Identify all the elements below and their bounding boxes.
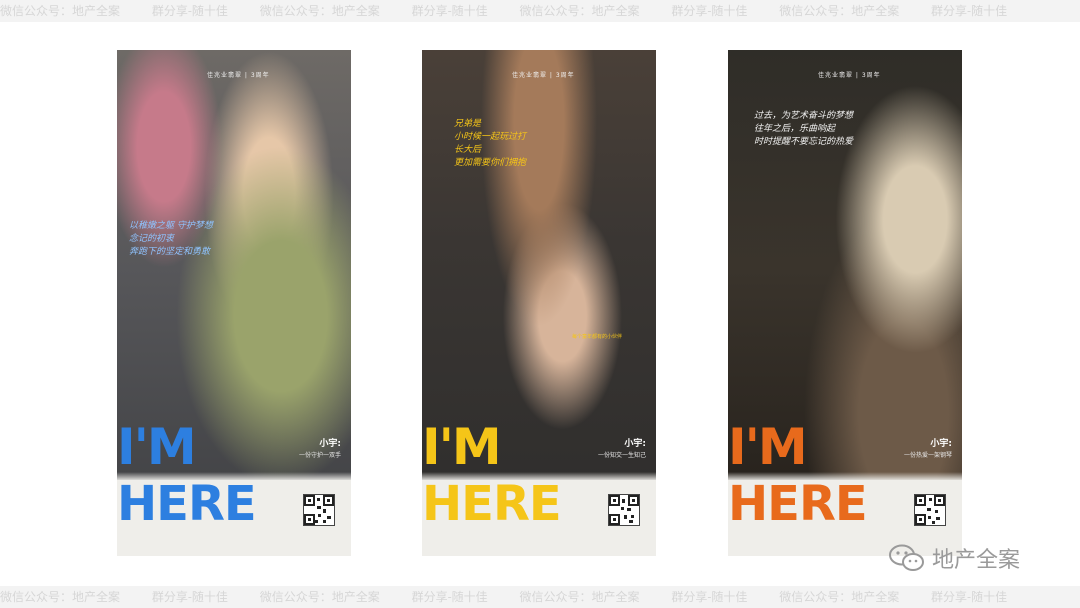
watermark-text: 微信公众号：地产全案 (779, 4, 900, 18)
poster-toys: 佳兆业翡翠 | 3周年 兄弟是 小时候一起玩过打 长大后 更加需要你们拥抱 每个… (422, 50, 656, 556)
qr-code-icon (608, 494, 640, 526)
watermark-text: 群分享-随十佳 (411, 590, 488, 604)
poster-piano: 佳兆业翡翠 | 3周年 过去，为艺术奋斗的梦想 往年之后，乐曲响起 时时提醒不要… (728, 50, 962, 556)
poster-caption: 过去，为艺术奋斗的梦想 往年之后，乐曲响起 时时提醒不要忘记的热爱 (754, 111, 854, 147)
watermark-text: 微信公众号：地产全案 (259, 4, 380, 18)
poster-logo: 佳兆业翡翠 | 3周年 (512, 72, 575, 79)
poster-logo: 佳兆业翡翠 | 3周年 (207, 72, 270, 79)
poster-note: 每个童年都有的小伙伴 (572, 334, 623, 340)
poster-slogan: 一份守护一双手 (298, 452, 341, 459)
headline-here: HERE (117, 476, 257, 532)
qr-code-icon (914, 494, 946, 526)
poster-logo: 佳兆业翡翠 | 3周年 (818, 72, 881, 79)
watermark-text: 群分享-随十佳 (671, 4, 748, 18)
brand-name: 地产全案 (932, 548, 1021, 573)
poster-bike: 佳兆业翡翠 | 3周年 以稚嫩之躯 守护梦想 念记的初衷 奔跑下的坚定和勇敢 I… (117, 50, 351, 556)
watermark-strip-bottom: 微信公众号：地产全案 群分享-随十佳 微信公众号：地产全案 群分享-随十佳 微信… (0, 586, 1080, 608)
watermark-text: 群分享-随十佳 (151, 590, 228, 604)
headline-im: I'M (728, 418, 808, 476)
poster-name: 小宇: (624, 439, 646, 449)
poster-slogan: 一份知交一生知己 (597, 452, 646, 459)
watermark-text: 群分享-随十佳 (411, 4, 488, 18)
brand-badge: 地产全案 (888, 540, 1020, 576)
poster-caption: 以稚嫩之躯 守护梦想 念记的初衷 奔跑下的坚定和勇敢 (129, 221, 213, 257)
watermark-text: 微信公众号：地产全案 (519, 590, 640, 604)
watermark-text: 群分享-随十佳 (671, 590, 748, 604)
poster-slogan: 一份热爱一架钢琴 (903, 452, 952, 459)
watermark-text: 群分享-随十佳 (151, 4, 228, 18)
qr-code-icon (303, 494, 335, 526)
headline-here: HERE (422, 476, 562, 532)
watermark-text: 微信公众号：地产全案 (779, 590, 900, 604)
poster-name: 小宇: (319, 439, 341, 449)
poster-name: 小宇: (930, 439, 952, 449)
watermark-text: 群分享-随十佳 (931, 4, 1008, 18)
watermark-text: 微信公众号：地产全案 (0, 4, 121, 18)
headline-im: I'M (422, 418, 502, 476)
watermark-text: 微信公众号：地产全案 (0, 590, 121, 604)
headline-im: I'M (117, 418, 197, 476)
watermark-strip-top: 微信公众号：地产全案 群分享-随十佳 微信公众号：地产全案 群分享-随十佳 微信… (0, 0, 1080, 22)
watermark-text: 群分享-随十佳 (931, 590, 1008, 604)
poster-caption: 兄弟是 小时候一起玩过打 长大后 更加需要你们拥抱 (454, 119, 527, 168)
watermark-text: 微信公众号：地产全案 (259, 590, 380, 604)
wechat-icon (889, 544, 924, 571)
watermark-text: 微信公众号：地产全案 (519, 4, 640, 18)
headline-here: HERE (728, 476, 868, 532)
